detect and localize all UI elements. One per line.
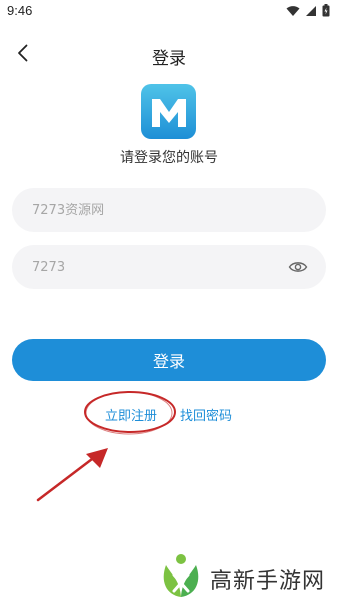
app-logo — [141, 84, 196, 139]
status-icons — [286, 4, 330, 17]
forgot-password-link[interactable]: 找回密码 — [180, 405, 232, 424]
status-bar: 9:46 — [0, 0, 338, 24]
password-input[interactable] — [30, 258, 288, 276]
wifi-icon — [286, 5, 300, 16]
login-button[interactable]: 登录 — [12, 339, 326, 381]
watermark: 高新手游网 — [154, 551, 338, 600]
account-input[interactable] — [30, 201, 308, 219]
battery-icon — [322, 4, 330, 17]
status-time: 9:46 — [7, 3, 33, 18]
pointer-arrow-annotation — [36, 448, 108, 502]
page-title: 登录 — [152, 49, 186, 69]
watermark-logo-icon — [163, 554, 199, 597]
logo-m-icon — [151, 98, 186, 127]
highlight-ellipse-annotation — [84, 391, 176, 435]
account-field[interactable] — [12, 188, 326, 232]
password-field[interactable] — [12, 245, 326, 289]
eye-icon[interactable] — [288, 260, 308, 274]
login-subtitle: 请登录您的账号 — [120, 150, 218, 166]
watermark-text: 高新手游网 — [210, 569, 326, 594]
nav-bar: 登录 — [0, 36, 338, 72]
signal-icon — [306, 5, 316, 16]
